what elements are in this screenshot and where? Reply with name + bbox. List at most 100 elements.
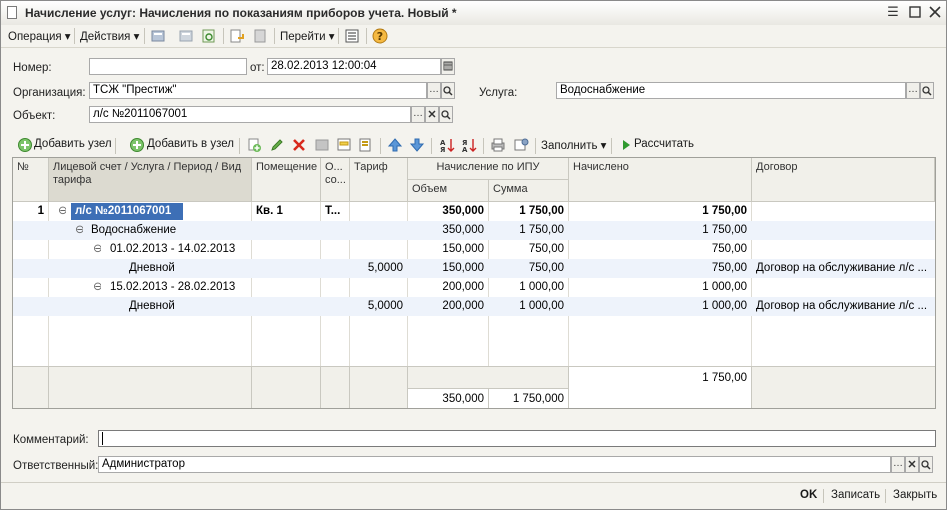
volume-cell: 350,000	[442, 205, 484, 217]
table-row[interactable]: ⊖ 15.02.2013 - 28.02.2013 200,000 1 000,…	[13, 278, 935, 297]
list-icon[interactable]	[344, 28, 360, 44]
table-row[interactable]: ⊖ Водоснабжение 350,000 1 750,00 1 750,0…	[13, 221, 935, 240]
search-icon[interactable]	[920, 82, 934, 99]
header-accrued[interactable]: Начислено	[569, 158, 752, 202]
header-account[interactable]: Лицевой счет / Услуга / Период / Вид тар…	[49, 158, 252, 202]
sum-cell: 750,00	[528, 243, 564, 255]
ok-button[interactable]: OK	[800, 489, 817, 501]
column-divider	[251, 367, 252, 408]
contract-cell: Договор на обслуживание л/с ...	[756, 262, 928, 274]
post-icon[interactable]	[150, 28, 166, 44]
separator	[274, 28, 275, 44]
header-volume[interactable]: Объем	[408, 180, 489, 202]
separator	[885, 489, 886, 503]
calendar-icon[interactable]	[441, 58, 455, 75]
separator	[239, 138, 240, 154]
responsible-select-button[interactable]: …	[891, 456, 905, 473]
number-field[interactable]	[89, 58, 247, 75]
account-cell: 15.02.2013 - 28.02.2013	[110, 281, 236, 293]
settings-icon[interactable]	[513, 137, 529, 153]
text-cursor	[102, 432, 103, 445]
sum-cell: 1 000,00	[519, 300, 564, 312]
title-bar: Начисление услуг: Начисления по показани…	[1, 1, 946, 26]
comment-input[interactable]	[98, 430, 936, 447]
refresh-icon[interactable]	[201, 28, 217, 44]
header-tariff[interactable]: Тариф	[350, 158, 408, 202]
organization-select-button[interactable]: …	[427, 82, 441, 99]
sort-desc-icon[interactable]: ЯA	[461, 137, 477, 153]
add-to-node-button[interactable]: Добавить в узел	[147, 138, 234, 150]
accrued-cell: 1 000,00	[702, 300, 747, 312]
header-num[interactable]: №	[13, 158, 49, 202]
move-down-icon[interactable]	[409, 137, 425, 153]
table-row[interactable]: Дневной 5,0000 150,000 750,00 750,00 Дог…	[13, 259, 935, 278]
header-o[interactable]: О... со...	[321, 158, 350, 202]
accrued-cell: 1 750,00	[702, 205, 747, 217]
maximize-icon[interactable]	[907, 4, 923, 20]
copy-row-icon[interactable]	[336, 137, 352, 153]
structure-icon[interactable]	[229, 28, 245, 44]
search-icon[interactable]	[919, 456, 933, 473]
command-bar: Операция ▾ Действия ▾ Перейти ▾ ?	[1, 25, 946, 48]
fill-dropdown[interactable]: Заполнить ▾	[541, 138, 606, 152]
header-room[interactable]: Помещение	[252, 158, 321, 202]
svg-text:A: A	[462, 146, 468, 153]
o-cell: Т...	[325, 205, 341, 217]
header-ipu[interactable]: Начисление по ИПУ	[408, 158, 569, 180]
header-sum[interactable]: Сумма	[489, 180, 569, 202]
volume-cell: 150,000	[442, 243, 484, 255]
svg-text:Я: Я	[440, 146, 445, 153]
unpost-icon[interactable]	[178, 28, 194, 44]
clear-icon[interactable]	[905, 456, 919, 473]
document-icon	[7, 6, 17, 19]
accrued-cell: 750,00	[711, 243, 747, 255]
calculate-button[interactable]: Рассчитать	[634, 138, 694, 150]
edit-icon[interactable]	[269, 137, 285, 153]
volume-cell: 200,000	[442, 281, 484, 293]
contract-cell: Договор на обслуживание л/с ...	[756, 300, 928, 312]
object-field[interactable]: л/с №2011067001	[89, 106, 411, 123]
move-up-icon[interactable]	[387, 137, 403, 153]
search-icon[interactable]	[441, 82, 455, 99]
table-footer: 1 750,00 350,000 1 750,000	[13, 366, 935, 408]
table-row[interactable]: 1 ⊖ л/с №2011067001 Кв. 1 Т... 350,000 1…	[13, 202, 935, 221]
object-label: Объект:	[13, 110, 56, 122]
clear-icon[interactable]	[425, 106, 439, 123]
service-field[interactable]: Водоснабжение	[556, 82, 906, 99]
sum-cell: 1 750,00	[519, 224, 564, 236]
organization-field[interactable]: ТСЖ "Престиж"	[89, 82, 427, 99]
print-icon[interactable]	[490, 137, 506, 153]
sort-asc-icon[interactable]: AЯ	[439, 137, 455, 153]
window-menu-icon[interactable]: ☰	[885, 4, 901, 20]
table-row[interactable]: ⊖ 01.02.2013 - 14.02.2013 150,000 750,00…	[13, 240, 935, 259]
menu-operation[interactable]: Операция ▾	[8, 29, 71, 43]
close-button[interactable]: Закрыть	[893, 489, 937, 501]
accruals-table[interactable]: № Лицевой счет / Услуга / Период / Вид т…	[12, 157, 936, 409]
date-field[interactable]: 28.02.2013 12:00:04	[267, 58, 441, 75]
account-cell-selected[interactable]: л/с №2011067001	[71, 203, 183, 220]
accrued-cell: 1 000,00	[702, 281, 747, 293]
add-row-icon[interactable]	[246, 137, 262, 153]
responsible-field[interactable]: Администратор	[98, 456, 891, 473]
sum-cell: 1 000,00	[519, 281, 564, 293]
close-icon[interactable]	[927, 4, 943, 20]
collapse-icon[interactable]: ⊖	[71, 221, 83, 240]
search-icon[interactable]	[439, 106, 453, 123]
menu-goto[interactable]: Перейти ▾	[280, 29, 335, 43]
print-doc-icon[interactable]	[252, 28, 268, 44]
add-node-button[interactable]: Добавить узел	[34, 138, 112, 150]
separator	[366, 28, 367, 44]
end-edit-icon[interactable]	[314, 137, 330, 153]
move-to-group-icon[interactable]	[358, 137, 374, 153]
delete-icon[interactable]	[291, 137, 307, 153]
table-row[interactable]: Дневной 5,0000 200,000 1 000,00 1 000,00…	[13, 297, 935, 316]
help-icon[interactable]: ?	[372, 28, 388, 44]
collapse-icon[interactable]: ⊖	[89, 278, 101, 297]
collapse-icon[interactable]: ⊖	[54, 202, 66, 221]
save-button[interactable]: Записать	[831, 489, 880, 501]
collapse-icon[interactable]: ⊖	[89, 240, 101, 259]
header-contract[interactable]: Договор	[752, 158, 935, 202]
menu-actions[interactable]: Действия ▾	[80, 29, 139, 43]
object-select-button[interactable]: …	[411, 106, 425, 123]
service-select-button[interactable]: …	[906, 82, 920, 99]
